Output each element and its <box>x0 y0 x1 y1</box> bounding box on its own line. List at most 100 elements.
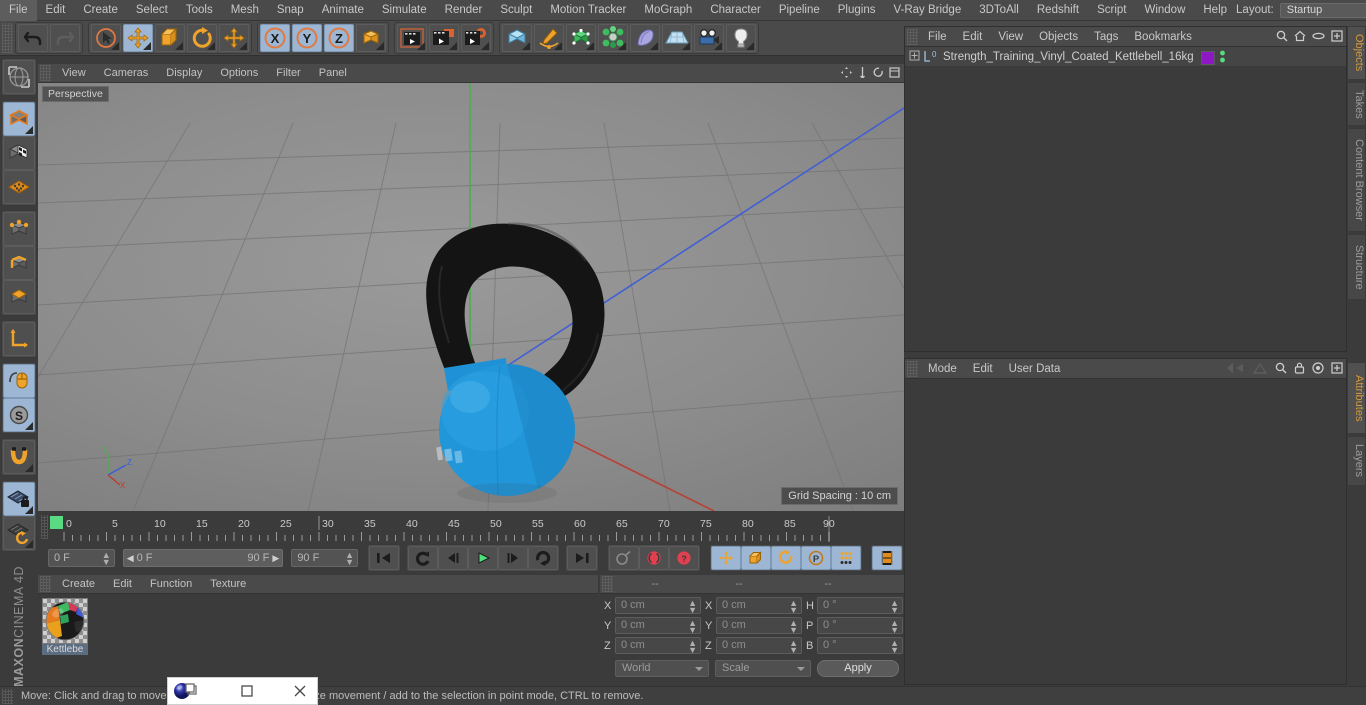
ellipse-icon[interactable] <box>1312 30 1325 45</box>
spinner-icon[interactable]: ▲ ▼ <box>789 619 798 635</box>
key-parameter-icon[interactable]: P <box>801 546 832 570</box>
workplane-rotate-icon[interactable] <box>3 516 35 550</box>
range-left-arrow-icon[interactable]: ◀ <box>124 553 134 564</box>
autokeying-icon[interactable] <box>609 546 640 570</box>
coord-system-dropdown[interactable]: World <box>615 660 709 677</box>
menu-item-create[interactable]: Create <box>74 0 127 21</box>
camera-icon[interactable] <box>694 24 724 52</box>
redo-icon[interactable] <box>50 24 80 52</box>
viewport-menu-display[interactable]: Display <box>157 64 211 83</box>
play-forward-icon[interactable] <box>468 546 499 570</box>
nav-up-icon[interactable] <box>1252 361 1268 378</box>
size-z-field[interactable]: 0 cm ▲ ▼ <box>716 637 802 655</box>
coord-mode-dropdown[interactable]: Scale <box>715 660 811 677</box>
plus-box-icon[interactable] <box>1331 362 1343 377</box>
menu-item-character[interactable]: Character <box>701 0 770 21</box>
size-y-field[interactable]: 0 cm ▲ ▼ <box>716 617 802 635</box>
floor-environment-icon[interactable] <box>662 24 692 52</box>
viewport-canvas[interactable]: Perspective Y Z X Grid Spacing : 10 cm <box>38 83 904 511</box>
material-item[interactable]: Kettlebe <box>42 598 88 655</box>
play-backwards-loop-icon[interactable] <box>408 546 439 570</box>
cube-primitive-icon[interactable] <box>502 24 532 52</box>
spinner-icon[interactable]: ▲ ▼ <box>688 619 697 635</box>
key-position-icon[interactable] <box>711 546 742 570</box>
maximize-view-icon[interactable] <box>889 67 900 81</box>
object-menu-edit[interactable]: Edit <box>955 27 991 47</box>
object-menu-bookmarks[interactable]: Bookmarks <box>1126 27 1200 47</box>
spinner-icon[interactable]: ▲ ▼ <box>345 551 354 567</box>
model-mode-cube-icon[interactable] <box>3 102 35 136</box>
end-frame-field[interactable]: 90 F ▲ ▼ <box>291 549 359 567</box>
material-grip[interactable] <box>40 576 51 592</box>
menu-item-mesh[interactable]: Mesh <box>222 0 268 21</box>
menu-item-pipeline[interactable]: Pipeline <box>770 0 829 21</box>
pos-z-field[interactable]: 0 cm ▲ ▼ <box>615 637 701 655</box>
material-menu-edit[interactable]: Edit <box>104 575 141 594</box>
rot-b-field[interactable]: 0 ° ▲ ▼ <box>817 637 903 655</box>
tab-attributes[interactable]: Attributes <box>1347 362 1366 434</box>
undo-icon[interactable] <box>18 24 48 52</box>
material-menu-function[interactable]: Function <box>141 575 201 594</box>
render-settings-icon[interactable] <box>461 24 491 52</box>
points-mode-icon[interactable] <box>3 212 35 246</box>
menu-item-mograph[interactable]: MoGraph <box>635 0 701 21</box>
menu-item-animate[interactable]: Animate <box>313 0 373 21</box>
rot-p-field[interactable]: 0 ° ▲ ▼ <box>817 617 903 635</box>
light-icon[interactable] <box>726 24 756 52</box>
material-menu-texture[interactable]: Texture <box>201 575 255 594</box>
rotate-view-icon[interactable] <box>873 67 884 81</box>
tab-content-browser[interactable]: Content Browser <box>1347 128 1366 232</box>
tab-takes[interactable]: Takes <box>1347 82 1366 126</box>
record-active-objects-icon[interactable] <box>639 546 670 570</box>
menu-item-vray-bridge[interactable]: V-Ray Bridge <box>884 0 970 21</box>
target-icon[interactable] <box>1312 362 1324 377</box>
search-icon[interactable] <box>1275 362 1287 377</box>
menu-item-redshift[interactable]: Redshift <box>1028 0 1088 21</box>
close-window-icon[interactable] <box>282 678 317 705</box>
attributes-menu-edit[interactable]: Edit <box>965 359 1001 379</box>
plus-box-icon[interactable] <box>1331 30 1343 45</box>
edges-mode-icon[interactable] <box>3 246 35 280</box>
material-list[interactable]: Kettlebe <box>38 594 598 687</box>
attributes-grip[interactable] <box>907 360 918 377</box>
key-rotation-icon[interactable] <box>771 546 802 570</box>
axis-modify-icon[interactable] <box>3 322 35 356</box>
timeline-filmstrip-icon[interactable] <box>872 546 903 570</box>
material-sphere-icon[interactable] <box>42 598 88 644</box>
go-to-start-icon[interactable] <box>369 546 400 570</box>
menu-item-script[interactable]: Script <box>1088 0 1135 21</box>
key-pla-icon[interactable] <box>831 546 862 570</box>
axis-x-icon[interactable]: X <box>260 24 290 52</box>
object-layer-icon[interactable]: 0 <box>923 50 943 64</box>
move-axis-icon[interactable] <box>219 24 249 52</box>
attributes-menu-mode[interactable]: Mode <box>920 359 965 379</box>
layout-dropdown[interactable]: Startup <box>1279 2 1366 18</box>
status-grip[interactable] <box>2 688 13 704</box>
menu-item-select[interactable]: Select <box>127 0 177 21</box>
spinner-icon[interactable]: ▲ ▼ <box>890 599 899 615</box>
tab-layers[interactable]: Layers <box>1347 436 1366 486</box>
maximize-window-icon[interactable] <box>229 678 264 705</box>
deformer-icon[interactable] <box>630 24 660 52</box>
axis-y-icon[interactable]: Y <box>292 24 322 52</box>
spinner-icon[interactable]: ▲ ▼ <box>688 639 697 655</box>
object-menu-objects[interactable]: Objects <box>1031 27 1086 47</box>
object-menu-tags[interactable]: Tags <box>1086 27 1126 47</box>
menu-item-window[interactable]: Window <box>1135 0 1194 21</box>
spinner-icon[interactable]: ▲ ▼ <box>102 551 111 567</box>
zoom-view-icon[interactable] <box>857 67 868 81</box>
rot-h-field[interactable]: 0 ° ▲ ▼ <box>817 597 903 615</box>
enable-snap-mouse-icon[interactable] <box>3 364 35 398</box>
visibility-dots-icon[interactable] <box>1219 49 1226 67</box>
menu-item-3dtoall[interactable]: 3DToAll <box>970 0 1028 21</box>
object-manager-grip[interactable] <box>907 28 918 45</box>
apply-button[interactable]: Apply <box>817 660 899 677</box>
viewport-grip[interactable] <box>40 65 51 81</box>
generator-icon[interactable] <box>566 24 596 52</box>
timeline-ruler[interactable]: 0 5 10 15 20 25 30 35 40 45 50 55 60 65 70 75 80 85 … <box>48 514 904 544</box>
key-scale-icon[interactable] <box>741 546 772 570</box>
overlay-window[interactable] <box>167 677 318 705</box>
loop-icon[interactable] <box>528 546 559 570</box>
keyframe-selection-icon[interactable]: ? <box>669 546 700 570</box>
menu-item-sculpt[interactable]: Sculpt <box>491 0 541 21</box>
